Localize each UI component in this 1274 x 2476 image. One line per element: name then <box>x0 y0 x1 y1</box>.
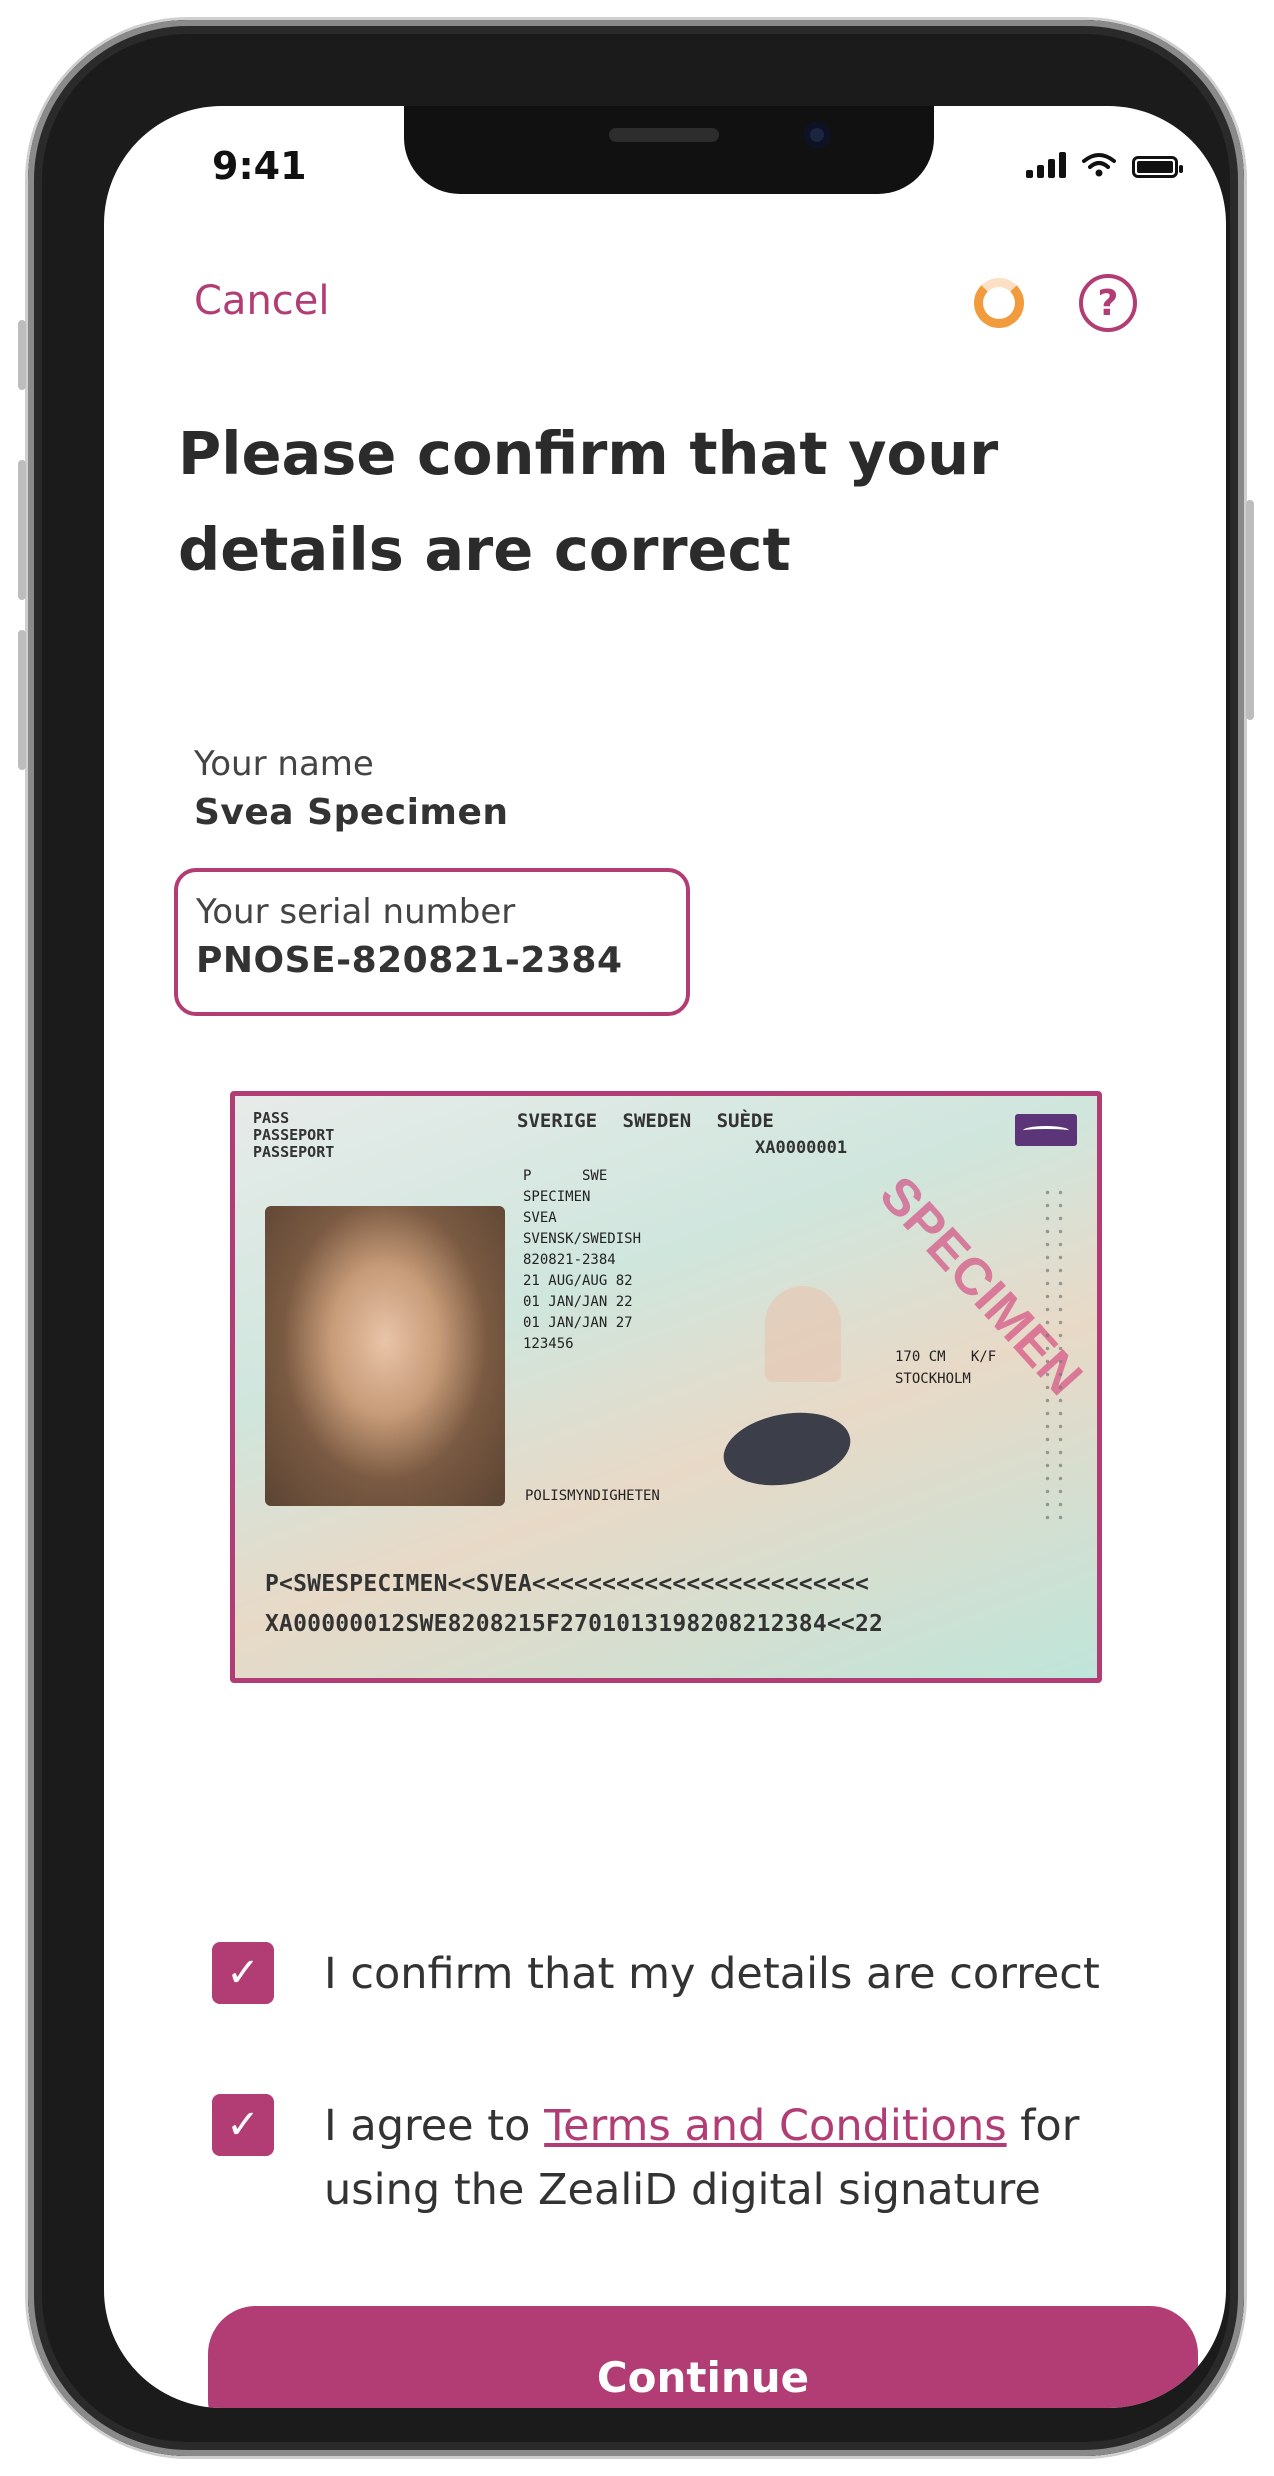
wifi-icon <box>1082 153 1116 177</box>
name-field: Your name Svea Specimen <box>194 744 509 833</box>
continue-button[interactable]: Continue <box>208 2306 1198 2408</box>
loading-spinner-icon <box>974 278 1024 328</box>
passport-height: 170 CM K/F STOCKHOLM <box>895 1349 997 1387</box>
terms-link[interactable]: Terms and Conditions <box>544 2101 1006 2151</box>
phone-frame: 9:41 Cancel ? Please confirm that your d… <box>18 20 1254 2456</box>
serial-value: PNOSE-820821-2384 <box>196 940 623 981</box>
confirm-details-checkbox[interactable]: ✓ <box>212 1942 274 2004</box>
app-screen: 9:41 Cancel ? Please confirm that your d… <box>104 106 1226 2408</box>
passport-ghost-photo <box>765 1286 841 1382</box>
passport-doc-number: XA0000001 <box>755 1138 848 1158</box>
passport-fields: P SWE SPECIMEN SVEA SVENSK/SWEDISH 82082… <box>523 1168 642 1352</box>
passport-emblem-icon <box>1015 1114 1077 1146</box>
serial-number-field: Your serial number PNOSE-820821-2384 <box>174 868 690 1016</box>
name-value: Svea Specimen <box>194 792 509 833</box>
agree-terms-label: I agree to Terms and Conditions for usin… <box>324 2094 1104 2222</box>
confirm-details-label: I confirm that my details are correct <box>324 1949 1100 1999</box>
agree-terms-row[interactable]: ✓ I agree to Terms and Conditions for us… <box>212 2094 1104 2222</box>
status-time: 9:41 <box>212 144 307 188</box>
passport-mrz: P<SWESPECIMEN<<SVEA<<<<<<<<<<<<<<<<<<<<<… <box>265 1564 883 1644</box>
volume-down-button <box>18 630 26 770</box>
volume-up-button <box>18 460 26 600</box>
cancel-button[interactable]: Cancel <box>194 278 330 324</box>
serial-label: Your serial number <box>196 892 516 932</box>
passport-chip-icon <box>717 1403 857 1495</box>
front-camera <box>804 122 830 148</box>
signal-icon <box>1026 152 1066 178</box>
passport-photo <box>265 1206 505 1506</box>
mrz-line-1: P<SWESPECIMEN<<SVEA<<<<<<<<<<<<<<<<<<<<<… <box>265 1571 870 1597</box>
battery-icon <box>1132 156 1183 178</box>
notch <box>404 106 934 194</box>
passport-image: PASS PASSEPORT PASSEPORT SVERIGE SWEDEN … <box>230 1091 1102 1683</box>
passport-country: SVERIGE SWEDEN SUÈDE <box>517 1110 774 1132</box>
agree-terms-checkbox[interactable]: ✓ <box>212 2094 274 2156</box>
passport-dots <box>1041 1186 1067 1526</box>
name-label: Your name <box>194 744 374 784</box>
status-icons <box>1026 152 1183 178</box>
passport-authority: POLISMYNDIGHETEN <box>525 1488 660 1504</box>
power-button <box>1246 500 1254 720</box>
mrz-line-2: XA00000012SWE8208215F2701013198208212384… <box>265 1611 884 1637</box>
silent-switch <box>18 320 26 390</box>
agree-terms-prefix: I agree to <box>324 2101 545 2151</box>
page-title: Please confirm that your details are cor… <box>178 419 999 584</box>
speaker <box>609 128 719 142</box>
confirm-details-row[interactable]: ✓ I confirm that my details are correct <box>212 1942 1104 2006</box>
passport-type-label: PASS PASSEPORT PASSEPORT <box>253 1109 335 1161</box>
help-icon[interactable]: ? <box>1079 274 1137 332</box>
